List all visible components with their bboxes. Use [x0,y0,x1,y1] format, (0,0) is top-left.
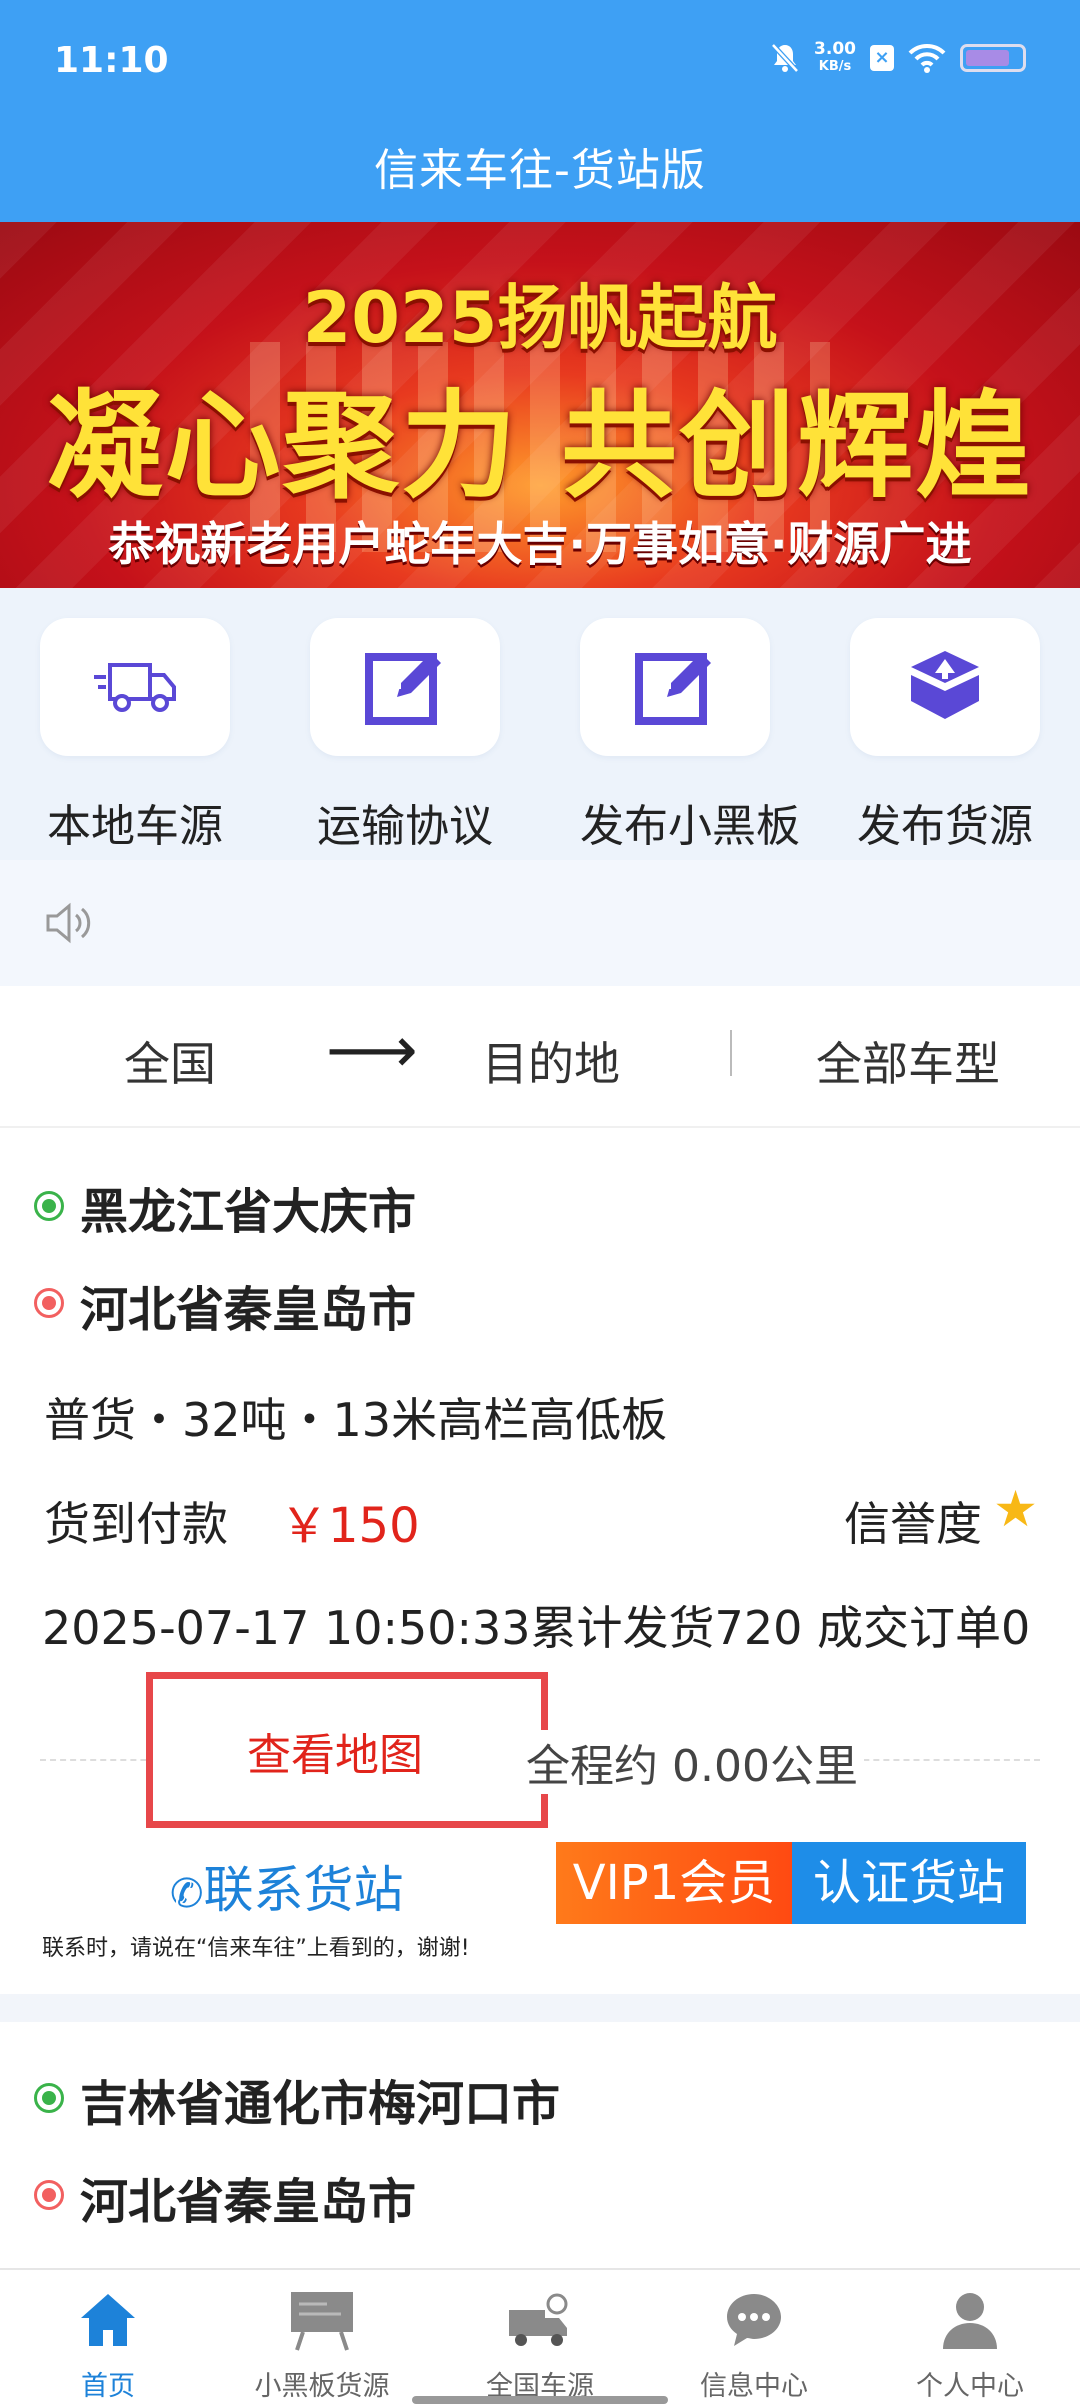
bottom-nav: 首页 小黑板货源 全国车源 信息中心 个人中心 [0,2268,1080,2408]
box-icon [911,651,979,719]
route-distance: 全程约 0.00公里 [520,1730,864,1794]
post-meta: 2025-07-17 10:50:33累计发货720 成交订单0 [42,1601,1031,1655]
contact-station-button[interactable]: ✆联系货站 [170,1850,404,1922]
action-label: 运输协议 [317,801,493,852]
wifi-icon [908,43,946,73]
phone-icon: ✆ [170,1871,204,1917]
promo-banner[interactable]: 2025扬帆起航 凝心聚力 共创辉煌 恭祝新老用户蛇年大吉·万事如意·财源广进 [0,222,1080,588]
destination-city: 河北省秦皇岛市 [80,1282,417,1338]
status-time: 11:10 [54,40,169,81]
action-icon-box [310,618,500,756]
gesture-bar[interactable] [412,2396,668,2404]
destination-city: 河北省秦皇岛市 [80,2174,417,2230]
star-icon: ★ [993,1480,1038,1538]
battery-icon [960,44,1026,72]
truck-search-icon [509,2293,568,2346]
destination-dot-icon [34,2180,64,2210]
action-transport-agreement[interactable]: 运输协议 [310,618,500,854]
network-speed: 3.00 KB/s [814,39,856,74]
action-post-blackboard[interactable]: 发布小黑板 [580,618,800,854]
banner-main-line: 凝心聚力 共创辉煌 [46,379,1034,514]
contact-label: 联系货站 [203,1861,404,1919]
destination-dot-icon [34,1288,64,1318]
destination-selector[interactable]: 目的地 [482,1028,620,1094]
truck-icon [94,663,176,712]
card-gap [0,1994,1080,2022]
quick-actions: 本地车源 运输协议 发布小黑板 发布货源 [0,588,1080,860]
action-icon-box [580,618,770,756]
chat-icon [727,2294,781,2346]
notice-bar[interactable] [0,860,1080,986]
view-map-label: 查看地图 [247,1730,423,1781]
origin-city: 吉林省通化市梅河口市 [80,2076,561,2132]
action-label: 本地车源 [47,801,223,852]
nav-label: 个人中心 [916,2371,1024,2402]
nav-label: 小黑板货源 [254,2371,390,2402]
edit-icon [365,653,441,725]
nav-label: 首页 [81,2371,135,2402]
action-post-cargo[interactable]: 发布货源 [850,618,1040,854]
certified-badge: 认证货站 [792,1842,1026,1924]
nav-blackboard-cargo[interactable]: 小黑板货源 [222,2280,422,2403]
payment-method: 货到付款 [44,1497,228,1551]
home-icon [81,2294,135,2346]
banner-year-line: 2025扬帆起航 [302,277,778,359]
speaker-icon [46,902,91,944]
user-icon [943,2293,997,2349]
edit-icon [635,653,711,725]
top-bar: 11:10 3.00 KB/s × 信来车往-货站版 [0,0,1080,222]
arrow-right-icon: ⟶ [326,1014,418,1088]
banner-sub-line: 恭祝新老用户蛇年大吉·万事如意·财源广进 [108,517,972,571]
action-label: 发布小黑板 [580,801,800,852]
filter-divider [730,1030,732,1076]
action-icon-box [40,618,230,756]
origin-dot-icon [34,2083,64,2113]
mute-bell-icon [771,43,799,73]
origin-selector[interactable]: 全国 [124,1028,216,1094]
nav-message-center[interactable]: 信息中心 [654,2280,854,2403]
origin-dot-icon [34,1191,64,1221]
route-filter: 全国 ⟶ 目的地 全部车型 [0,986,1080,1128]
view-map-button[interactable]: 查看地图 [146,1672,548,1828]
vehicle-type-selector[interactable]: 全部车型 [816,1028,1000,1094]
nav-national-vehicles[interactable]: 全国车源 [440,2280,640,2403]
action-icon-box [850,618,1040,756]
blackboard-icon [291,2292,353,2351]
contact-tip: 联系时，请说在“信来车往”上看到的，谢谢! [42,1936,470,1961]
origin-city: 黑龙江省大庆市 [80,1184,417,1240]
close-notification-icon: × [870,45,894,71]
cargo-card[interactable] [0,2022,1080,2272]
app-title: 信来车往-货站版 [374,145,706,196]
credit-label: 信誉度 [844,1497,982,1551]
status-icons: 3.00 KB/s × [770,40,1026,76]
nav-profile[interactable]: 个人中心 [870,2280,1070,2403]
freight-price: ￥150 [280,1498,420,1554]
nav-home[interactable]: 首页 [8,2280,208,2403]
vip-badge: VIP1会员 [556,1842,792,1924]
action-label: 发布货源 [857,801,1033,852]
cargo-detail: 普货・32吨・13米高栏高低板 [44,1393,668,1447]
action-local-vehicles[interactable]: 本地车源 [40,618,230,854]
nav-label: 信息中心 [700,2371,808,2402]
